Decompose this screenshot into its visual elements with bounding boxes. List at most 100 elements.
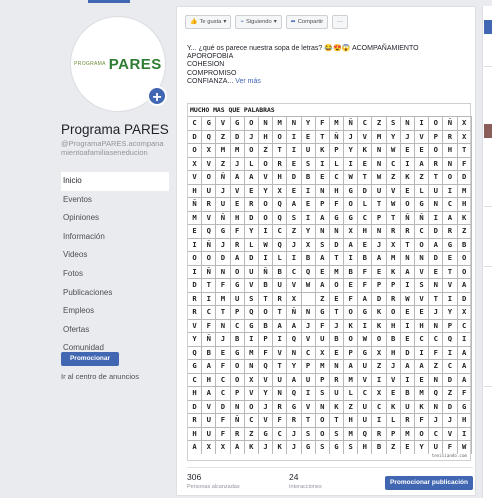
grid-cell: A xyxy=(401,360,415,373)
grid-cell: I xyxy=(443,292,458,305)
grid-cell: B xyxy=(302,252,316,265)
grid-cell: F xyxy=(273,414,288,427)
grid-cell: L xyxy=(330,157,345,170)
sidebar-item-fotos[interactable]: Fotos xyxy=(61,265,169,284)
engagement-stat[interactable]: 24 Interacciones xyxy=(289,472,322,490)
sidebar-item-empleos[interactable]: Empleos xyxy=(61,302,169,321)
grid-cell: I xyxy=(302,211,316,224)
promote-button[interactable]: Promocionar xyxy=(61,352,119,366)
grid-cell: A xyxy=(458,346,472,359)
letter-grid: CGVGONMNYFMÑCZSNIOÑXDQZDJHOIETÑJVMYJVPRX… xyxy=(188,116,472,454)
sidebar-item-publicaciones[interactable]: Publicaciones xyxy=(61,284,169,303)
grid-cell: Ñ xyxy=(216,211,231,224)
grid-cell: L xyxy=(273,252,288,265)
grid-cell: M xyxy=(216,144,231,157)
grid-cell: H xyxy=(259,130,274,143)
grid-cell: B xyxy=(302,171,316,184)
grid-cell: E xyxy=(415,144,430,157)
grid-cell: S xyxy=(330,427,345,440)
grid-cell: U xyxy=(358,414,373,427)
like-label: Te gusta xyxy=(199,19,222,25)
grid-cell: M xyxy=(316,360,330,373)
grid-cell: R xyxy=(387,225,401,238)
post-card: 👍 Te gusta ▾ ⌁ Siguiendo ▾ ➦ Compartir ··· Y.… xyxy=(176,6,476,496)
grid-cell: M xyxy=(188,211,203,224)
grid-cell: L xyxy=(344,387,359,400)
grid-cell: O xyxy=(372,333,387,346)
grid-cell: M xyxy=(415,387,430,400)
grid-cell: U xyxy=(202,184,217,197)
word-search-image[interactable]: MUCHO MAS QUE PALABRAS CGVGONMNYFMÑCZSNI… xyxy=(187,103,472,461)
grid-cell: M xyxy=(231,144,245,157)
grid-cell: V xyxy=(245,387,259,400)
share-button[interactable]: ➦ Compartir xyxy=(285,15,329,29)
grid-cell: R xyxy=(443,225,458,238)
sidebar-item-opiniones[interactable]: Opiniones xyxy=(61,209,169,228)
right-blue-button[interactable] xyxy=(484,20,492,34)
grid-cell: K xyxy=(316,144,330,157)
grid-cell: Q xyxy=(202,225,217,238)
chevron-down-icon: ▾ xyxy=(273,19,277,25)
grid-cell: D xyxy=(216,400,231,413)
sidebar-item-inicio[interactable]: Inicio xyxy=(61,172,169,191)
grid-cell: V xyxy=(216,117,231,130)
page-title[interactable]: Programa PARES xyxy=(61,122,169,137)
grid-cell: M xyxy=(273,117,288,130)
grid-cell: K xyxy=(372,319,387,332)
grid-cell: V xyxy=(415,265,430,278)
grid-cell: I xyxy=(372,414,387,427)
ads-center-link[interactable]: Ir al centro de anuncios xyxy=(61,372,139,381)
grid-cell: R xyxy=(188,292,203,305)
grid-cell: Y xyxy=(188,333,203,346)
grid-cell: I xyxy=(415,346,430,359)
sidebar-item-ofertas[interactable]: Ofertas xyxy=(61,321,169,340)
grid-cell: S xyxy=(302,427,316,440)
grid-cell: R xyxy=(202,198,217,211)
grid-cell: E xyxy=(231,198,245,211)
grid-cell: C xyxy=(415,225,430,238)
like-page-button[interactable]: 👍 Te gusta ▾ xyxy=(185,15,232,29)
grid-cell: H xyxy=(415,319,430,332)
grid-cell: T xyxy=(358,171,373,184)
facebook-page-screen: PROGRAMA PARES + Programa PARES @Program… xyxy=(0,0,492,498)
grid-cell: K xyxy=(387,400,401,413)
sidebar-item-eventos[interactable]: Eventos xyxy=(61,191,169,210)
grid-cell: R xyxy=(273,400,288,413)
grid-cell: I xyxy=(188,265,203,278)
grid-cell: N xyxy=(372,225,387,238)
grid-row: RCTPQOTÑNGTOGKOEEJYX xyxy=(188,305,472,319)
more-options-button[interactable]: ··· xyxy=(332,15,348,29)
grid-cell: Y xyxy=(245,225,259,238)
grid-cell: T xyxy=(330,252,345,265)
grid-cell: X xyxy=(202,441,217,454)
see-more-link[interactable]: Ver más xyxy=(235,78,261,85)
sidebar-item-informacion[interactable]: Información xyxy=(61,228,169,247)
grid-cell: P xyxy=(316,198,330,211)
follow-button[interactable]: ⌁ Siguiendo ▾ xyxy=(235,15,282,29)
grid-cell: N xyxy=(429,319,444,332)
grid-cell: A xyxy=(429,238,444,251)
grid-cell: X xyxy=(287,292,302,305)
grid-row: OXMMOZTIUKPYKNWEEOHT xyxy=(188,143,472,157)
grid-cell: H xyxy=(330,184,345,197)
grid-cell: R xyxy=(372,427,387,440)
grid-cell: Z xyxy=(372,360,387,373)
right-thumbnail[interactable] xyxy=(484,124,492,138)
grid-cell: A xyxy=(458,279,472,292)
grid-cell: A xyxy=(202,360,217,373)
sidebar-item-videos[interactable]: Videos xyxy=(61,246,169,265)
grid-cell: R xyxy=(401,414,415,427)
grid-cell: C xyxy=(458,319,472,332)
add-photo-plus-icon[interactable]: + xyxy=(147,86,167,106)
grid-cell: O xyxy=(316,414,330,427)
grid-cell: R xyxy=(231,238,245,251)
grid-cell: Ñ xyxy=(202,265,217,278)
grid-cell: Z xyxy=(216,130,231,143)
promote-post-button[interactable]: Promocionar publicación xyxy=(385,476,473,490)
grid-cell: E xyxy=(401,184,415,197)
grid-cell: W xyxy=(259,238,274,251)
grid-cell: E xyxy=(443,252,458,265)
reach-stat[interactable]: 306 Personas alcanzadas xyxy=(187,472,240,490)
grid-cell: B xyxy=(344,265,359,278)
page-handle[interactable]: @ProgramaPARES.acompanamientoafamiliasen… xyxy=(61,139,169,157)
